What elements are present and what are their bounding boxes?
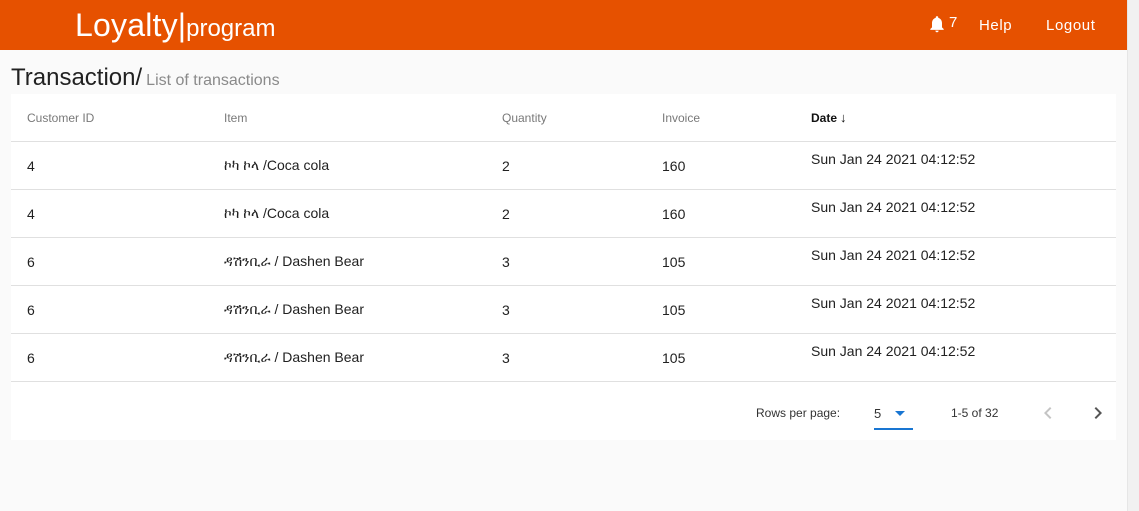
cell-item: ዳሽንቢራ / Dashen Bear	[224, 237, 502, 286]
logout-link[interactable]: Logout	[1046, 17, 1095, 34]
cell-invoice: 160	[662, 189, 811, 238]
table-header-row: Customer ID Item Quantity Invoice Date ↓	[11, 94, 1116, 142]
cell-item: ኮካ ኮላ /Coca cola	[224, 141, 502, 190]
cell-date: Sun Jan 24 2021 04:12:52	[811, 189, 1116, 238]
column-header-date-label: Date	[811, 111, 838, 125]
cell-quantity: 2	[502, 141, 662, 190]
cell-item: ኮካ ኮላ /Coca cola	[224, 189, 502, 238]
cell-invoice: 105	[662, 333, 811, 382]
notification-count: 7	[949, 14, 958, 31]
table-pagination: Rows per page: 5 1-5 of 32	[11, 383, 1116, 440]
cell-item: ዳሽንቢራ / Dashen Bear	[224, 333, 502, 382]
page-scrollbar[interactable]	[1127, 0, 1139, 511]
rows-per-page-select[interactable]: 5	[874, 397, 913, 430]
cell-customer-id: 6	[11, 237, 224, 286]
column-header-quantity[interactable]: Quantity	[502, 94, 662, 142]
transactions-table: Customer ID Item Quantity Invoice Date ↓ …	[11, 94, 1116, 382]
column-header-customer-id[interactable]: Customer ID	[11, 94, 224, 142]
rows-per-page-value: 5	[874, 406, 882, 421]
cell-customer-id: 6	[11, 333, 224, 382]
table-row[interactable]: 4 ኮካ ኮላ /Coca cola 2 160 Sun Jan 24 2021…	[11, 189, 1116, 238]
brand-sub-text: program	[186, 15, 276, 42]
page-heading: Transaction/List of transactions	[11, 64, 280, 92]
cell-customer-id: 6	[11, 285, 224, 334]
cell-date: Sun Jan 24 2021 04:12:52	[811, 333, 1116, 382]
cell-customer-id: 4	[11, 141, 224, 190]
cell-invoice: 160	[662, 141, 811, 190]
table-row[interactable]: 6 ዳሽንቢራ / Dashen Bear 3 105 Sun Jan 24 2…	[11, 237, 1116, 286]
cell-quantity: 2	[502, 189, 662, 238]
page-subtitle: List of transactions	[146, 72, 280, 89]
app-header: Loyalty|program 7 Help Logout	[0, 0, 1128, 50]
cell-item: ዳሽንቢራ / Dashen Bear	[224, 285, 502, 334]
cell-quantity: 3	[502, 285, 662, 334]
table-row[interactable]: 4 ኮካ ኮላ /Coca cola 2 160 Sun Jan 24 2021…	[11, 141, 1116, 190]
brand-separator: |	[177, 7, 187, 43]
brand-main-text: Loyalty	[75, 7, 178, 43]
caret-down-icon	[895, 411, 905, 416]
column-header-date[interactable]: Date ↓	[811, 94, 1116, 142]
chevron-left-icon[interactable]	[1036, 401, 1060, 425]
rows-per-page-label: Rows per page:	[756, 406, 841, 420]
cell-date: Sun Jan 24 2021 04:12:52	[811, 237, 1116, 286]
chevron-right-icon[interactable]	[1086, 401, 1110, 425]
cell-quantity: 3	[502, 333, 662, 382]
brand-logo[interactable]: Loyalty|program	[75, 7, 275, 44]
cell-date: Sun Jan 24 2021 04:12:52	[811, 285, 1116, 334]
cell-date: Sun Jan 24 2021 04:12:52	[811, 141, 1116, 190]
column-header-invoice[interactable]: Invoice	[662, 94, 811, 142]
pagination-range: 1-5 of 32	[951, 406, 999, 420]
cell-invoice: 105	[662, 237, 811, 286]
cell-customer-id: 4	[11, 189, 224, 238]
column-header-item[interactable]: Item	[224, 94, 502, 142]
cell-quantity: 3	[502, 237, 662, 286]
table-row[interactable]: 6 ዳሽንቢራ / Dashen Bear 3 105 Sun Jan 24 2…	[11, 285, 1116, 334]
sort-arrow-down-icon: ↓	[840, 110, 847, 125]
page-title: Transaction/	[11, 64, 143, 91]
notifications-button[interactable]: 7	[927, 13, 957, 35]
transactions-table-card: Customer ID Item Quantity Invoice Date ↓ …	[11, 94, 1116, 440]
help-link[interactable]: Help	[979, 17, 1012, 34]
cell-invoice: 105	[662, 285, 811, 334]
bell-icon	[930, 16, 944, 33]
table-row[interactable]: 6 ዳሽንቢራ / Dashen Bear 3 105 Sun Jan 24 2…	[11, 333, 1116, 382]
